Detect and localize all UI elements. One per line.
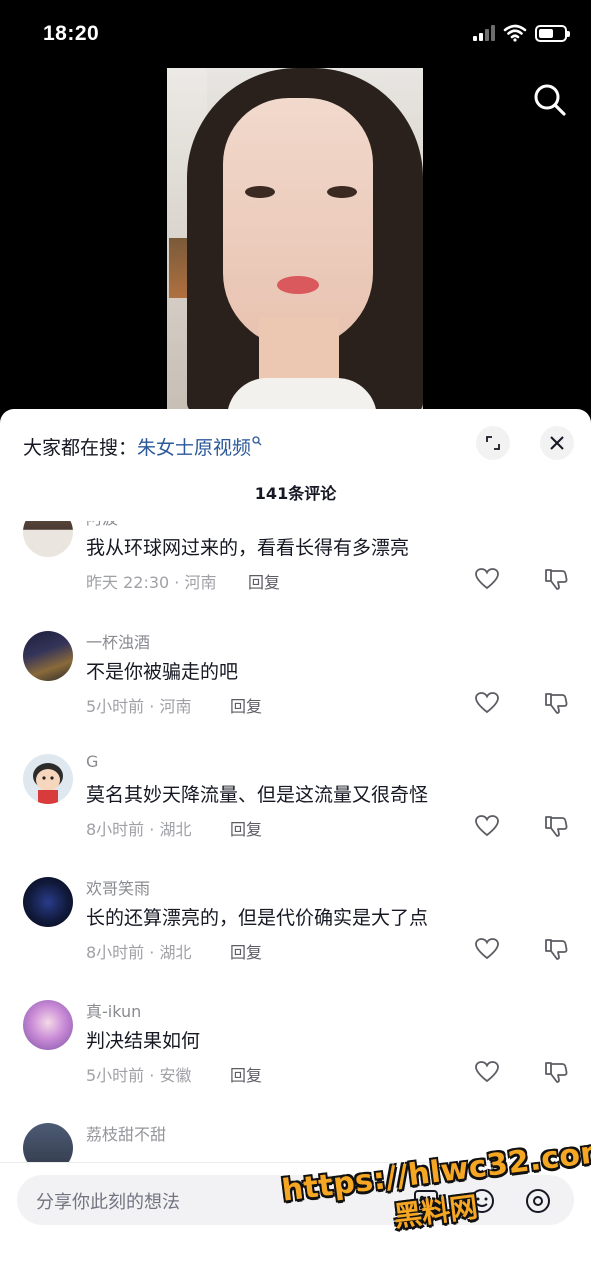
comment-username[interactable]: G	[86, 752, 98, 771]
reply-button[interactable]: 回复	[230, 693, 262, 717]
comment-item: 一杯浊酒 不是你被骗走的吧 5小时前 · 河南 回复	[0, 631, 591, 754]
heart-icon[interactable]	[474, 937, 500, 961]
thumbs-down-icon[interactable]	[543, 814, 569, 838]
avatar[interactable]	[23, 521, 73, 557]
close-icon	[550, 436, 564, 450]
reply-button[interactable]: 回复	[230, 816, 262, 840]
thumbs-down-icon[interactable]	[543, 1060, 569, 1084]
expand-icon	[486, 436, 500, 450]
thumbs-down-icon[interactable]	[543, 567, 569, 591]
comment-item: 阿波 我从环球网过来的，看看长得有多漂亮 昨天 22:30 · 河南 回复	[0, 521, 591, 630]
comment-username[interactable]: 真-ikun	[86, 998, 141, 1022]
avatar[interactable]	[23, 754, 73, 804]
status-icons	[473, 24, 570, 42]
thumbs-down-icon[interactable]	[543, 937, 569, 961]
search-icon[interactable]	[530, 80, 570, 120]
status-time: 18:20	[43, 22, 100, 45]
thumbs-down-icon[interactable]	[543, 691, 569, 715]
comment-meta: 8小时前 · 湖北	[86, 820, 192, 839]
avatar[interactable]	[23, 631, 73, 681]
comment-item: 真-ikun 判决结果如何 5小时前 · 安徽 回复	[0, 1000, 591, 1123]
heart-icon[interactable]	[474, 814, 500, 838]
avatar[interactable]	[23, 1000, 73, 1050]
comment-username[interactable]: 阿波	[86, 521, 118, 529]
comment-list[interactable]: 阿波 我从环球网过来的，看看长得有多漂亮 昨天 22:30 · 河南 回复 一杯…	[0, 521, 591, 1168]
comment-meta: 5小时前 · 河南	[86, 697, 192, 716]
comment-item: G 莫名其妙天降流量、但是这流量又很奇怪 8小时前 · 湖北 回复	[0, 752, 591, 877]
comment-username[interactable]: 一杯浊酒	[86, 629, 150, 653]
hot-search-bar: 大家都在搜：朱女士原视频	[23, 433, 262, 460]
comment-meta: 8小时前 · 湖北	[86, 943, 192, 962]
comment-item: 欢哥笑雨 长的还算漂亮的，但是代价确实是大了点 8小时前 · 湖北 回复	[0, 877, 591, 1000]
comment-meta: 昨天 22:30 · 河南	[86, 573, 217, 592]
comment-username[interactable]: 欢哥笑雨	[86, 875, 150, 899]
cellular-signal-icon	[473, 25, 495, 41]
cartoon-avatar-icon	[33, 763, 63, 804]
small-search-icon	[252, 436, 262, 446]
heart-icon[interactable]	[474, 1060, 500, 1084]
reply-button[interactable]: 回复	[230, 939, 262, 963]
heart-icon[interactable]	[474, 691, 500, 715]
avatar[interactable]	[23, 877, 73, 927]
close-button[interactable]	[540, 426, 574, 460]
wifi-icon	[503, 24, 527, 42]
expand-button[interactable]	[476, 426, 510, 460]
reply-button[interactable]: 回复	[248, 569, 280, 593]
battery-icon	[535, 24, 570, 42]
comment-text: 长的还算漂亮的，但是代价确实是大了点	[86, 907, 429, 929]
heart-icon[interactable]	[474, 567, 500, 591]
reply-button[interactable]: 回复	[230, 1062, 262, 1086]
comment-text: 判决结果如何	[86, 1030, 201, 1052]
comment-input-placeholder: 分享你此刻的想法	[36, 1192, 180, 1213]
hot-search-link[interactable]: 朱女士原视频	[137, 437, 251, 459]
comment-count: 141条评论	[254, 484, 337, 503]
comment-username[interactable]: 荔枝甜不甜	[86, 1121, 166, 1145]
hot-search-label: 大家都在搜：	[23, 437, 138, 459]
status-bar: 18:20	[0, 0, 591, 68]
comment-meta: 5小时前 · 安徽	[86, 1066, 192, 1085]
comment-text: 莫名其妙天降流量、但是这流量又很奇怪	[86, 784, 429, 806]
comment-text: 我从环球网过来的，看看长得有多漂亮	[86, 537, 410, 559]
comment-text: 不是你被骗走的吧	[86, 661, 239, 683]
video-player[interactable]	[167, 68, 423, 413]
